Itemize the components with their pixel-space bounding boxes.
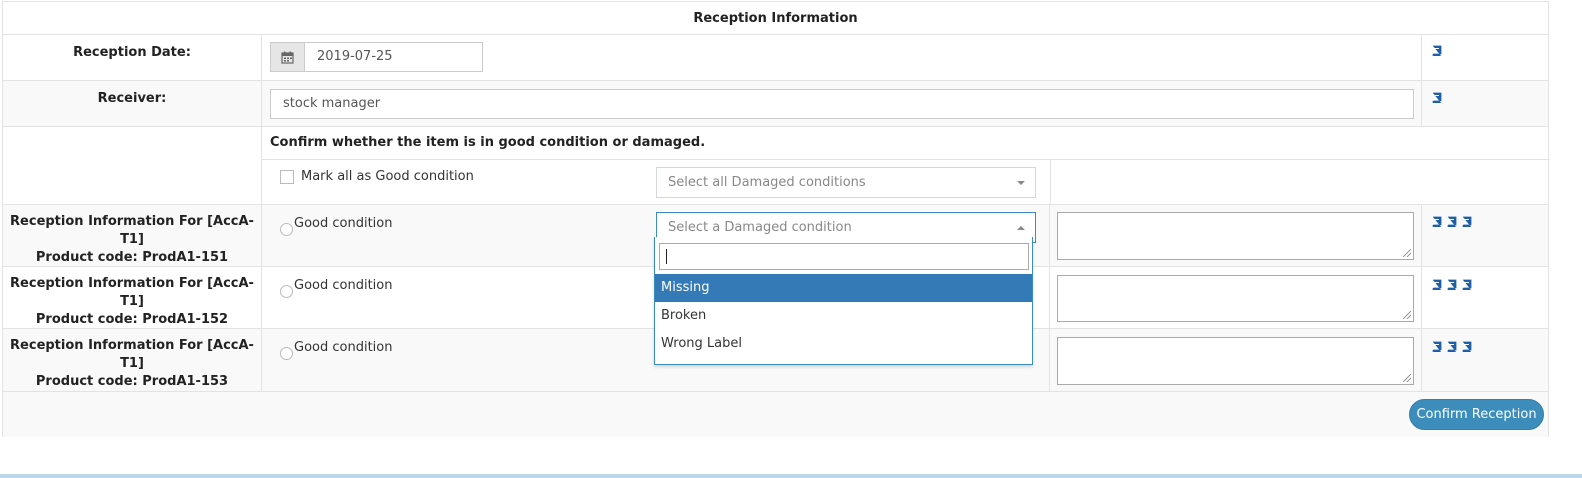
good-condition-label: Good condition xyxy=(294,216,393,231)
chevron-down-icon xyxy=(1017,181,1025,185)
book-icon[interactable] xyxy=(1431,341,1442,352)
dropdown-option-wrong-label[interactable]: Wrong Label xyxy=(655,330,1032,358)
calendar-icon xyxy=(281,51,294,64)
damaged-condition-dropdown: Missing Broken Wrong Label xyxy=(654,237,1033,365)
condition-instruction: Confirm whether the item is in good cond… xyxy=(270,135,706,150)
dropdown-option-missing[interactable]: Missing xyxy=(655,274,1032,302)
item-product-code: Product code: ProdA1-152 xyxy=(35,312,229,327)
reception-date-input[interactable]: 2019-07-25 xyxy=(304,42,483,72)
table-title: Reception Information xyxy=(693,11,858,26)
damage-notes-textarea[interactable] xyxy=(1057,212,1414,260)
item-title: Reception Information For [AccA-T1] xyxy=(10,276,254,309)
good-condition-label: Good condition xyxy=(294,340,393,355)
item-title: Reception Information For [AccA-T1] xyxy=(10,214,254,247)
item-actions xyxy=(1431,341,1476,356)
footer-row xyxy=(3,391,1548,437)
damaged-placeholder: Select a Damaged condition xyxy=(668,220,852,235)
item-actions xyxy=(1431,279,1476,294)
confirm-reception-button[interactable]: Confirm Reception xyxy=(1409,399,1544,430)
good-condition-radio[interactable] xyxy=(280,285,293,298)
select-all-damaged-conditions[interactable]: Select all Damaged conditions xyxy=(656,167,1036,198)
book-icon[interactable] xyxy=(1446,341,1457,352)
book-icon[interactable] xyxy=(1431,216,1442,227)
item-actions xyxy=(1431,216,1476,231)
receiver-row: Receiver: stock manager xyxy=(3,80,1548,126)
receiver-label: Receiver: xyxy=(97,91,167,106)
header-row: Reception Information xyxy=(3,2,1548,34)
book-icon[interactable] xyxy=(1431,92,1442,103)
receiver-input[interactable]: stock manager xyxy=(270,89,1414,119)
chevron-up-icon xyxy=(1017,226,1025,230)
book-icon[interactable] xyxy=(1431,279,1442,290)
page-bottom-border xyxy=(0,474,1582,478)
condition-section: Confirm whether the item is in good cond… xyxy=(3,126,1550,204)
book-icon[interactable] xyxy=(1461,216,1472,227)
select-all-placeholder: Select all Damaged conditions xyxy=(668,175,866,190)
book-icon[interactable] xyxy=(1431,45,1442,56)
damage-notes-textarea[interactable] xyxy=(1057,275,1414,322)
book-icon[interactable] xyxy=(1461,279,1472,290)
item-title: Reception Information For [AccA-T1] xyxy=(10,338,254,371)
item-product-code: Product code: ProdA1-151 xyxy=(35,250,229,265)
damage-notes-textarea[interactable] xyxy=(1057,337,1414,385)
calendar-addon[interactable] xyxy=(270,42,305,72)
good-condition-label: Good condition xyxy=(294,278,393,293)
book-icon[interactable] xyxy=(1461,341,1472,352)
book-icon[interactable] xyxy=(1446,216,1457,227)
reception-date-row: Reception Date: 2019-07-25 xyxy=(3,34,1548,80)
reception-date-label: Reception Date: xyxy=(73,45,191,60)
good-condition-radio[interactable] xyxy=(280,347,293,360)
item-product-code: Product code: ProdA1-153 xyxy=(35,374,229,389)
good-condition-radio[interactable] xyxy=(280,223,293,236)
dropdown-option-broken[interactable]: Broken xyxy=(655,302,1032,330)
mark-all-good-label: Mark all as Good condition xyxy=(301,169,474,184)
reception-table: Reception Information Reception Date: 20… xyxy=(2,1,1550,437)
dropdown-search-input[interactable] xyxy=(659,243,1029,270)
mark-all-good-checkbox[interactable] xyxy=(280,170,294,184)
book-icon[interactable] xyxy=(1446,279,1457,290)
